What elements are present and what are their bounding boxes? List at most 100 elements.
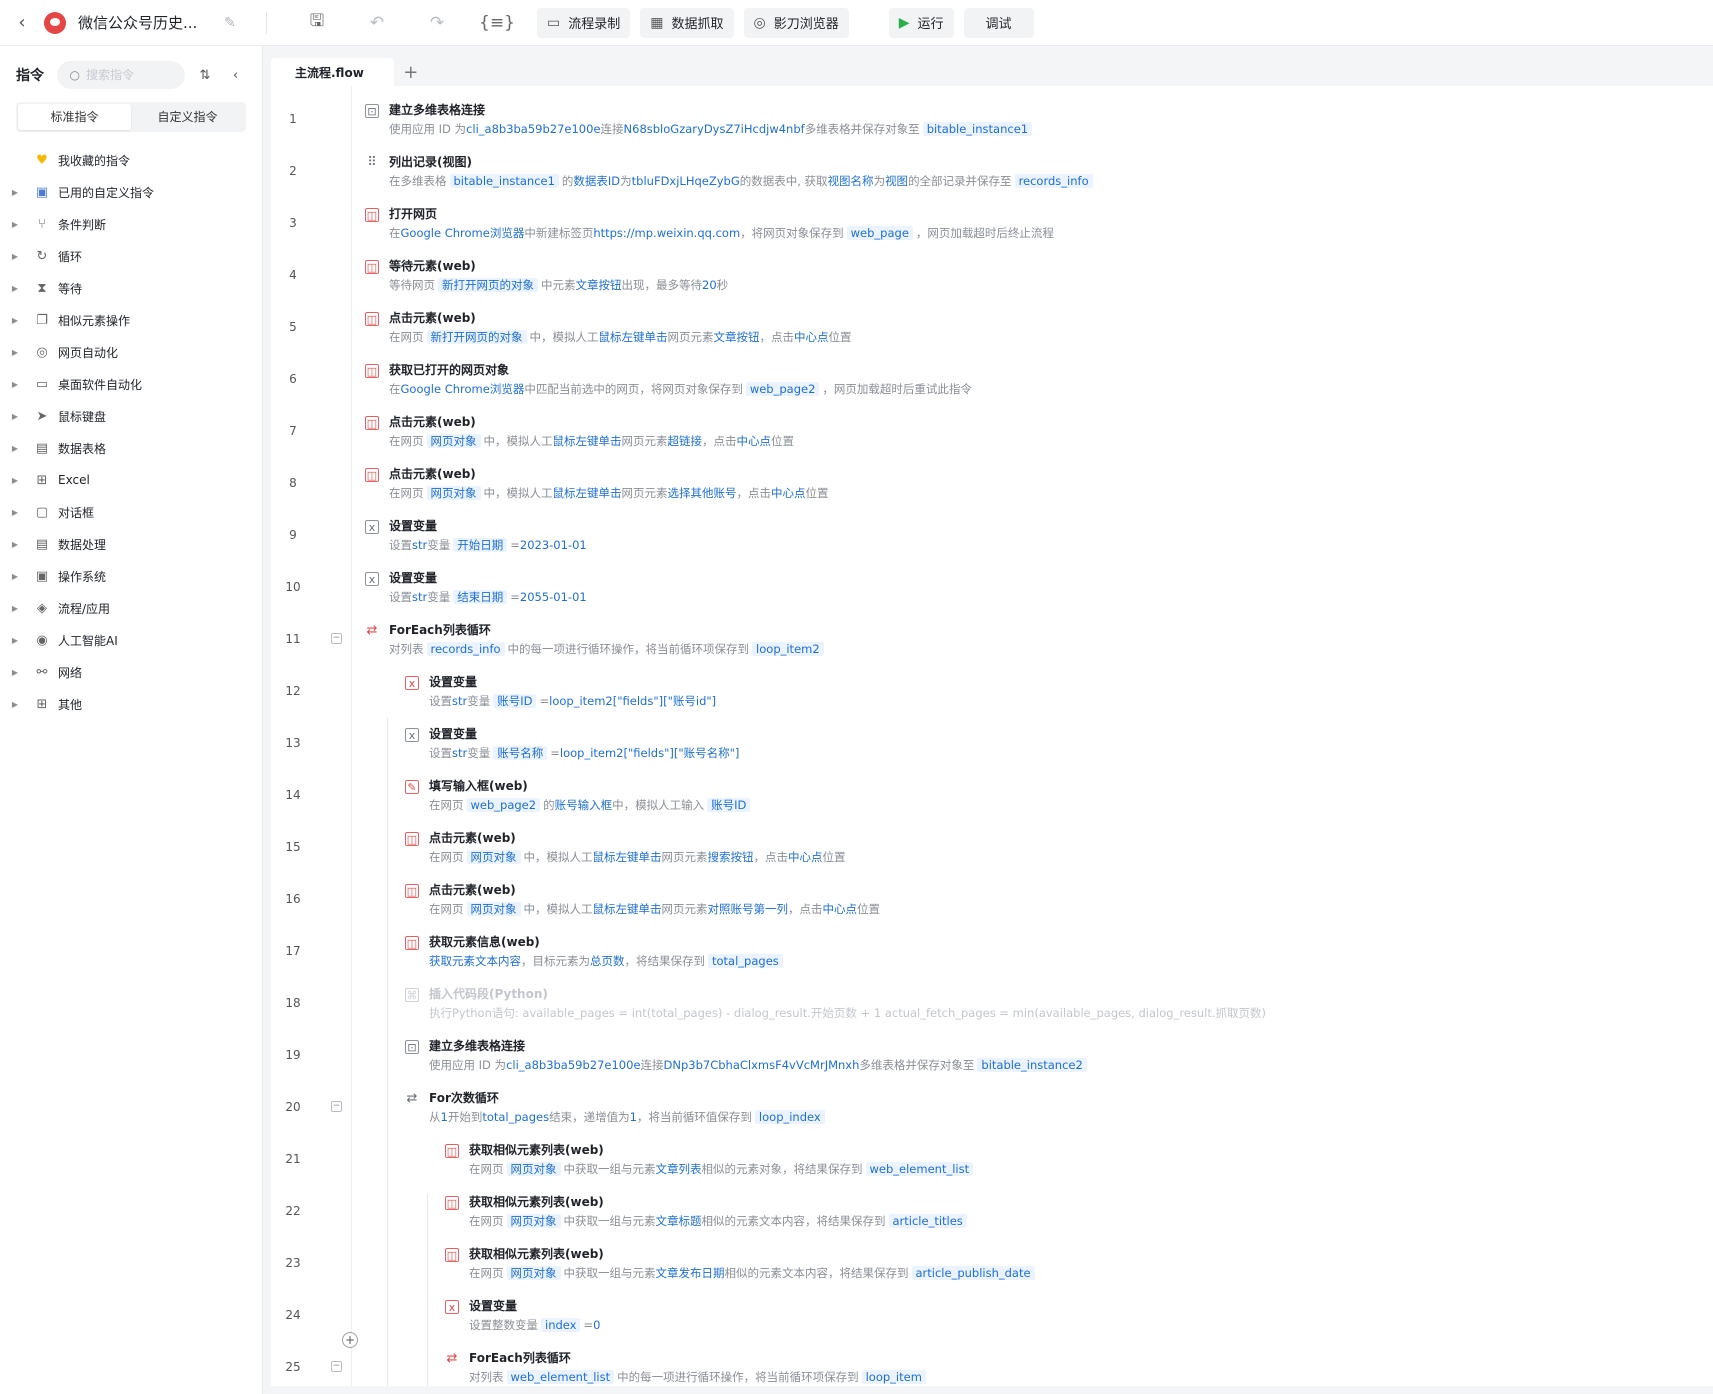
expand-caret-icon[interactable]: ▶ — [0, 668, 18, 677]
expand-caret-icon[interactable]: ▶ — [0, 316, 18, 325]
flow-step-row[interactable]: 20− ⇄ For次数循环 从1开始到total_pages结束，递增值为1，将当前循… — [271, 1082, 1713, 1134]
undo-icon[interactable]: ↶ — [347, 13, 407, 33]
flow-step-row[interactable]: 15 ◫ 点击元素(web) 在网页 网页对象 中，模拟人工鼠标左键单击网页元素搜索按钮，… — [271, 822, 1713, 874]
flow-step-row[interactable]: 2 ⠿ 列出记录(视图) 在多维表格 bitable_instance1 的数据表ID为t… — [271, 146, 1713, 198]
collapse-block-icon[interactable]: − — [331, 633, 342, 644]
shadow-browser-button[interactable]: ◎ 影刀浏览器 — [743, 7, 849, 38]
desc-text: 中新建标签页 — [524, 226, 594, 240]
command-search-input[interactable] — [85, 68, 182, 82]
flow-step-row[interactable]: 22 ◫ 获取相似元素列表(web) 在网页 网页对象 中获取一组与元素文章标题相似的元素… — [271, 1186, 1713, 1238]
sidebar-item[interactable]: ▶ ➤ 鼠标键盘 — [0, 400, 262, 432]
flow-step-row[interactable]: 8 ◫ 点击元素(web) 在网页 网页对象 中，模拟人工鼠标左键单击网页元素选择其他账号… — [271, 458, 1713, 510]
sidebar-item[interactable]: ▶ ❐ 相似元素操作 — [0, 304, 262, 336]
sidebar-item[interactable]: ▶ ▢ 对话框 — [0, 496, 262, 528]
flow-step-row[interactable]: 12 x 设置变量 设置str变量 账号ID =loop_item2["fields"][… — [271, 666, 1713, 718]
desc-text: 位置 — [805, 486, 829, 500]
sidebar-item[interactable]: ▶ ◉ 人工智能AI — [0, 624, 262, 656]
flow-step-row[interactable]: 10 x 设置变量 设置str变量 结束日期 =2055-01-01 — [271, 562, 1713, 614]
desc-text: ，点击 — [736, 486, 772, 500]
sidebar-item[interactable]: ▶ ▣ 操作系统 — [0, 560, 262, 592]
flow-step-row[interactable]: 23 ◫ 获取相似元素列表(web) 在网页 网页对象 中获取一组与元素文章发布日期相似的… — [271, 1238, 1713, 1290]
expand-caret-icon[interactable]: ▶ — [0, 188, 18, 197]
desc-text: 连接 — [600, 122, 624, 136]
sidebar-item[interactable]: ▶ ◎ 网页自动化 — [0, 336, 262, 368]
expand-caret-icon[interactable]: ▶ — [0, 700, 18, 709]
flow-step-row[interactable]: 7 ◫ 点击元素(web) 在网页 网页对象 中，模拟人工鼠标左键单击网页元素超链接，点击… — [271, 406, 1713, 458]
sidebar-item[interactable]: ▶ ⚯ 网络 — [0, 656, 262, 688]
expand-caret-icon[interactable]: ▶ — [0, 348, 18, 357]
variable-token: web_element_list — [865, 1162, 974, 1176]
flow-step-row[interactable]: 16 ◫ 点击元素(web) 在网页 网页对象 中，模拟人工鼠标左键单击网页元素对照账号第… — [271, 874, 1713, 926]
flow-step-row[interactable]: 17 ◫ 获取元素信息(web) 获取元素文本内容，目标元素为总页数，将结果保存到 to… — [271, 926, 1713, 978]
run-button[interactable]: ▶ 运行 — [888, 7, 954, 38]
sidebar-item[interactable]: ▶ ⑂ 条件判断 — [0, 208, 262, 240]
expand-caret-icon[interactable]: ▶ — [0, 476, 18, 485]
expand-caret-icon[interactable]: ▶ — [0, 220, 18, 229]
sort-icon[interactable]: ⇅ — [195, 68, 216, 83]
save-icon[interactable]: 🖫 — [287, 8, 347, 37]
flow-step-row[interactable]: 21 ◫ 获取相似元素列表(web) 在网页 网页对象 中获取一组与元素文章列表相似的元素… — [271, 1134, 1713, 1186]
tab-custom-commands[interactable]: 自定义指令 — [131, 104, 244, 130]
tab-main-flow[interactable]: 主流程.flow — [271, 58, 394, 88]
code-braces-icon[interactable]: {≡} — [467, 13, 527, 33]
desc-text: 变量 — [467, 746, 491, 760]
expand-caret-icon[interactable]: ▶ — [0, 636, 18, 645]
sidebar-item[interactable]: ▶ ▭ 桌面软件自动化 — [0, 368, 262, 400]
collapse-sidebar-icon[interactable]: ‹ — [225, 68, 246, 83]
flow-step-row[interactable]: 3 ◫ 打开网页 在Google Chrome浏览器中新建标签页https://mp.… — [271, 198, 1713, 250]
flow-step-row[interactable]: 18 ⌘ 插入代码段(Python) 执行Python语句: available_pa… — [271, 978, 1713, 1030]
flow-step-row[interactable]: 4 ◫ 等待元素(web) 等待网页 新打开网页的对象 中元素文章按钮出现，最多等待20秒 — [271, 250, 1713, 302]
back-chevron-icon[interactable]: ‹ — [0, 12, 44, 33]
expand-caret-icon[interactable]: ▶ — [0, 572, 18, 581]
flow-step-row[interactable]: 14 ✎ 填写输入框(web) 在网页 web_page2 的账号输入框中，模拟人工输入账… — [271, 770, 1713, 822]
sidebar-item[interactable]: ▶ ⊞ Excel — [0, 464, 262, 496]
flow-step-row[interactable]: 5 ◫ 点击元素(web) 在网页 新打开网页的对象 中，模拟人工鼠标左键单击网页元素文章… — [271, 302, 1713, 354]
add-tab-plus-icon[interactable]: + — [394, 58, 428, 88]
debug-button[interactable]: 调试 — [963, 7, 1034, 38]
param-token: N68sbloGzaryDysZ7iHcdjw4nbf — [623, 122, 805, 136]
expand-caret-icon[interactable]: ▶ — [0, 604, 18, 613]
add-step-plus-icon[interactable]: + — [342, 1332, 358, 1348]
sidebar-item[interactable]: ▶ ▤ 数据处理 — [0, 528, 262, 560]
edit-pencil-icon[interactable]: ✎ — [224, 15, 248, 31]
param-token: 鼠标左键单击 — [592, 850, 662, 864]
sidebar-item[interactable]: ▶ ▤ 数据表格 — [0, 432, 262, 464]
flow-record-button[interactable]: ▭ 流程录制 — [537, 7, 631, 38]
collapse-block-icon[interactable]: − — [331, 1101, 342, 1112]
expand-caret-icon[interactable]: ▶ — [0, 412, 18, 421]
flow-step-row[interactable]: 25 − ⇄ ForEach列表循环 对列表 web_element_list 中的每一项进… — [271, 1342, 1713, 1386]
flow-step-row[interactable]: 11 − ⇄ ForEach列表循环 对列表 records_info 中的每一项进行循环操… — [271, 614, 1713, 666]
data-capture-label: 数据抓取 — [671, 17, 724, 32]
sidebar-item[interactable]: ▶ ◈ 流程/应用 — [0, 592, 262, 624]
sidebar-item[interactable]: ▶ ↻ 循环 — [0, 240, 262, 272]
collapse-block-icon[interactable]: − — [331, 1361, 342, 1372]
sidebar-item[interactable]: ▶ ⊞ 其他 — [0, 688, 262, 720]
variable-token: 网页对象 — [426, 434, 481, 448]
param-token: 1 — [440, 1110, 448, 1124]
expand-caret-icon[interactable]: ▶ — [0, 540, 18, 549]
flow-step-row[interactable]: 24 x 设置变量 设置整数变量 index =0 — [271, 1290, 1713, 1342]
flow-step-row[interactable]: 9 x 设置变量 设置str变量 开始日期 =2023-01-01 — [271, 510, 1713, 562]
click-element-icon: ◫ — [405, 832, 419, 846]
desc-text: 连接 — [640, 1058, 664, 1072]
sidebar-item[interactable]: ♥ 我收藏的指令 — [0, 144, 262, 176]
desc-text: 中的每一项进行循环操作，将当前循环项保存到 — [507, 642, 750, 656]
expand-caret-icon[interactable]: ▶ — [0, 252, 18, 261]
expand-caret-icon[interactable]: ▶ — [0, 380, 18, 389]
sidebar-item[interactable]: ▶ ⧗ 等待 — [0, 272, 262, 304]
desc-text: = — [550, 746, 560, 760]
param-token: 文章发布日期 — [655, 1266, 725, 1280]
expand-caret-icon[interactable]: ▶ — [0, 284, 18, 293]
sidebar-item[interactable]: ▶ ▣ 已用的自定义指令 — [0, 176, 262, 208]
command-search-box[interactable]: ○ — [57, 61, 185, 89]
tab-standard-commands[interactable]: 标准指令 — [18, 104, 131, 130]
expand-caret-icon[interactable]: ▶ — [0, 508, 18, 517]
flow-step-row[interactable]: 1 ⊡ 建立多维表格连接 使用应用 ID 为cli_a8b3ba59b27e100e连… — [271, 94, 1713, 146]
data-capture-button[interactable]: ▦ 数据抓取 — [640, 7, 734, 38]
redo-icon[interactable]: ↷ — [407, 13, 467, 33]
desc-text: 网页元素 — [621, 434, 668, 448]
flow-step-row[interactable]: 6 ◫ 获取已打开的网页对象 在Google Chrome浏览器中匹配当前选中的网页，… — [271, 354, 1713, 406]
expand-caret-icon[interactable]: ▶ — [0, 444, 18, 453]
flow-step-row[interactable]: 13 x 设置变量 设置str变量 账号名称 =loop_item2["fields"][… — [271, 718, 1713, 770]
flow-step-row[interactable]: 19 ⊡ 建立多维表格连接 使用应用 ID 为cli_a8b3ba59b27e100e… — [271, 1030, 1713, 1082]
